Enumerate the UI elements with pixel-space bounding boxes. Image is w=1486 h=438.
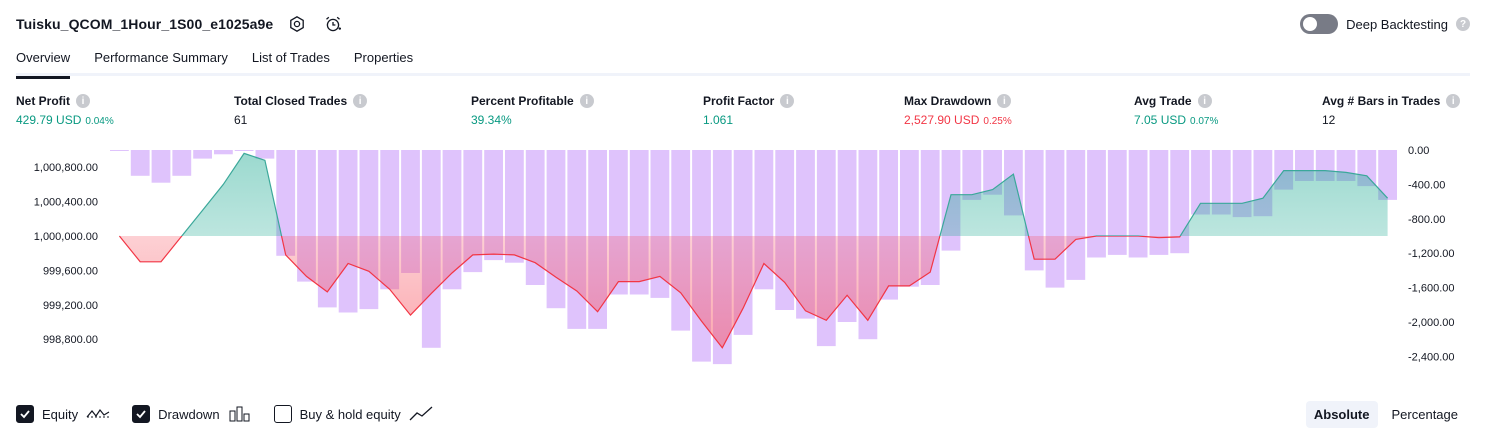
drawdown-bar	[130, 150, 150, 176]
metric-label: Avg # Bars in Trades	[1322, 94, 1441, 108]
left-axis-tick: 998,800.00	[43, 334, 98, 346]
legend-drawdown[interactable]: Drawdown	[132, 405, 251, 423]
legend-equity[interactable]: Equity	[16, 405, 110, 423]
metric-label: Net Profit	[16, 94, 70, 108]
alarm-clock-icon[interactable]	[321, 12, 345, 36]
strategy-name: Tuisku_QCOM_1Hour_1S00_e1025a9e	[16, 16, 274, 32]
left-axis-tick: 1,000,400.00	[34, 197, 98, 209]
left-axis-tick: 1,000,800.00	[34, 162, 98, 174]
drawdown-bar	[110, 150, 129, 151]
drawdown-label: Drawdown	[158, 406, 220, 422]
metric-label: Total Closed Trades	[234, 94, 348, 108]
left-axis-tick: 999,600.00	[43, 265, 98, 277]
info-icon[interactable]: i	[579, 94, 594, 108]
drawdown-bar	[193, 150, 212, 159]
metric-label: Max Drawdown	[904, 94, 992, 108]
drawdown-bar	[962, 150, 982, 200]
right-axis-tick: 0.00	[1408, 145, 1429, 157]
drawdown-checkbox[interactable]	[132, 405, 151, 423]
tab-performance-summary[interactable]: Performance Summary	[94, 44, 228, 76]
info-icon[interactable]: i	[76, 94, 90, 108]
equity-label: Equity	[42, 406, 79, 422]
deep-backtesting-control: Deep Backtesting ?	[1300, 12, 1470, 36]
deep-backtesting-toggle[interactable]	[1300, 14, 1339, 34]
equity-checkbox[interactable]	[16, 405, 34, 423]
scale-switch: Absolute Percentage	[1305, 400, 1467, 428]
metric-value: 429.79 USD	[16, 113, 82, 127]
metric-profit-factor: Profit Factor i 1.061	[703, 94, 795, 127]
right-axis: 0.00 -400.00 -800.00 -1,200.00 -1,600.00 -2,0…	[1408, 145, 1454, 363]
metric-max-drawdown: Max Drawdown i 2,527.90 USD 0.25%	[904, 94, 1012, 127]
metric-value: 2,527.90 USD	[904, 113, 980, 127]
buy-hold-label: Buy & hold equity	[299, 406, 401, 422]
chart-legend: Equity Drawdown Buy & hold equity	[16, 402, 455, 426]
info-icon[interactable]: i	[1197, 94, 1212, 108]
drawdown-bar	[151, 150, 171, 183]
legend-buy-hold[interactable]: Buy & hold equity	[273, 405, 433, 423]
drawdown-bar	[546, 150, 566, 309]
tab-list-of-trades[interactable]: List of Trades	[252, 44, 330, 76]
right-axis-tick: -1,600.00	[1408, 283, 1454, 295]
report-tabs: Overview Performance Summary List of Tra…	[16, 44, 1470, 79]
drawdown-bar	[1066, 150, 1086, 280]
drawdown-bar	[359, 150, 379, 310]
percentage-button[interactable]: Percentage	[1384, 401, 1467, 428]
info-icon[interactable]: i	[1446, 94, 1461, 108]
metric-avg-trade: Avg Trade i 7.05 USD 0.07%	[1134, 94, 1218, 127]
right-axis-tick: -2,000.00	[1408, 317, 1454, 329]
metric-value: 7.05 USD	[1134, 113, 1187, 127]
left-axis: 1,000,800.00 1,000,400.00 1,000,000.00 999,…	[34, 162, 98, 346]
drawdown-bar	[1128, 150, 1148, 258]
right-axis-tick: -400.00	[1408, 179, 1445, 191]
help-icon[interactable]: ?	[1456, 17, 1470, 31]
metric-percent-profitable: Percent Profitable i 39.34%	[471, 94, 594, 127]
deep-backtesting-label: Deep Backtesting	[1346, 16, 1448, 32]
left-axis-tick: 999,200.00	[43, 300, 98, 312]
metric-percent: 0.07%	[1190, 116, 1219, 127]
drawdown-bar	[214, 150, 233, 155]
drawdown-bar	[172, 150, 192, 176]
buy-hold-checkbox[interactable]	[273, 405, 292, 423]
tab-properties[interactable]: Properties	[354, 44, 413, 76]
metric-value: 1.061	[703, 113, 734, 127]
right-axis-tick: -1,200.00	[1408, 248, 1454, 260]
tab-overview[interactable]: Overview	[16, 44, 71, 79]
metric-value: 61	[234, 113, 248, 127]
settings-gear-icon[interactable]	[285, 12, 309, 36]
metric-percent: 0.25%	[983, 116, 1012, 127]
drawdown-bar	[338, 150, 358, 313]
metric-label: Profit Factor	[703, 94, 775, 108]
right-axis-tick: -800.00	[1408, 214, 1445, 226]
drawdown-bar	[255, 150, 275, 159]
equity-line-icon	[86, 405, 110, 423]
info-icon[interactable]: i	[997, 94, 1012, 108]
drawdown-bar	[234, 150, 254, 151]
buy-hold-line-icon	[409, 405, 433, 423]
metric-label: Avg Trade	[1134, 94, 1192, 108]
drawdown-bar	[1107, 150, 1127, 255]
metric-total-closed-trades: Total Closed Trades i 61	[234, 94, 368, 127]
toggle-knob	[1303, 17, 1318, 31]
info-icon[interactable]: i	[353, 94, 368, 108]
equity-drawdown-chart[interactable]: 1,000,800.00 1,000,400.00 1,000,000.00 999,…	[0, 140, 1486, 370]
left-axis-tick: 1,000,000.00	[34, 231, 98, 243]
right-axis-tick: -2,400.00	[1408, 351, 1454, 363]
metric-label: Percent Profitable	[471, 94, 574, 108]
info-icon[interactable]: i	[780, 94, 795, 108]
absolute-button[interactable]: Absolute	[1305, 400, 1378, 428]
drawdown-bars-icon	[228, 405, 252, 423]
drawdown-bar	[1149, 150, 1169, 255]
metric-percent: 0.04%	[85, 116, 114, 127]
metric-avg-bars-in-trades: Avg # Bars in Trades i 12	[1322, 94, 1461, 127]
metrics-row: Net Profit i 429.79 USD 0.04% Total Closed…	[16, 94, 1470, 130]
metric-net-profit: Net Profit i 429.79 USD 0.04%	[16, 94, 114, 127]
drawdown-bar	[1087, 150, 1106, 258]
drawdown-bar	[1045, 150, 1065, 288]
metric-value: 12	[1322, 113, 1336, 127]
metric-value: 39.34%	[471, 113, 512, 127]
strategy-header: Tuisku_QCOM_1Hour_1S00_e1025a9e	[16, 12, 345, 36]
